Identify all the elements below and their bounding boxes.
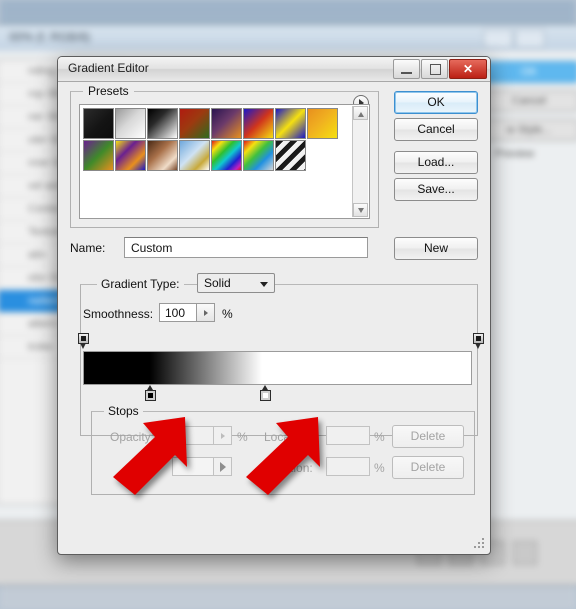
load-button[interactable]: Load... <box>394 151 478 174</box>
delete-opacity-stop-button[interactable]: Delete <box>392 425 464 448</box>
cancel-button[interactable]: Cancel <box>394 118 478 141</box>
dialog-titlebar[interactable]: Gradient Editor ✕ <box>58 57 490 82</box>
location-unit-2: % <box>374 461 385 475</box>
preset-swatch-blue-red-yellow[interactable] <box>243 108 274 139</box>
smoothness-stepper[interactable] <box>197 303 215 322</box>
name-label: Name: <box>70 241 106 255</box>
new-button[interactable]: New <box>394 237 478 260</box>
location-unit-1: % <box>374 430 385 444</box>
gradient-type-group: Gradient Type: Solid Smoothness: 100 % S… <box>78 273 484 495</box>
background-button: OK <box>479 61 576 83</box>
presets-scrollbar[interactable] <box>352 106 368 217</box>
window-controls: ✕ <box>393 59 487 79</box>
color-picker-toggle[interactable] <box>214 457 232 476</box>
arrow-pointing-to-color-stop-white <box>246 417 320 495</box>
preset-swatch-yellow-violet-orange-blue[interactable] <box>115 140 146 171</box>
preset-swatch-grid <box>83 108 351 171</box>
close-button[interactable]: ✕ <box>449 59 487 79</box>
gradient-type-label: Gradient Type: <box>97 277 184 291</box>
preset-swatch-black-dark[interactable] <box>83 108 114 139</box>
arrow-pointing-to-color-stop-black <box>113 417 187 495</box>
presets-group: Presets <box>70 84 379 228</box>
presets-label: Presets <box>83 84 134 98</box>
preset-swatch-violet-orange[interactable] <box>211 108 242 139</box>
opacity-stop-left[interactable] <box>78 333 89 349</box>
preset-swatch-violet-green-orange[interactable] <box>83 140 114 171</box>
background-maximize-icon <box>515 29 545 48</box>
preset-swatch-red-green[interactable] <box>179 108 210 139</box>
preset-swatch-black-to-white[interactable] <box>147 108 178 139</box>
preset-swatch-blue-yellow-blue[interactable] <box>275 108 306 139</box>
preset-swatch-copper[interactable] <box>147 140 178 171</box>
gradient-type-select[interactable]: Solid <box>197 273 275 293</box>
opacity-stop-right[interactable] <box>473 333 484 349</box>
background-button: Preview <box>495 148 535 160</box>
background-titlebar: 00% (f, RGB/8) <box>0 25 576 52</box>
maximize-button[interactable] <box>421 59 448 79</box>
preset-swatch-orange-yellow[interactable] <box>307 108 338 139</box>
background-minimize-icon <box>483 29 513 48</box>
preset-swatch-spectrum[interactable] <box>211 140 242 171</box>
preset-swatch-foreground-to-transparent[interactable] <box>115 108 146 139</box>
name-input[interactable]: Custom <box>124 237 368 258</box>
resize-grip[interactable] <box>474 538 486 550</box>
gradient-type-value: Solid <box>204 276 231 290</box>
gradient-preview-bar[interactable] <box>83 351 472 385</box>
color-stop-white[interactable] <box>259 385 271 401</box>
preset-swatch-transparent-rainbow[interactable] <box>243 140 274 171</box>
dialog-title: Gradient Editor <box>68 61 149 75</box>
opacity-stepper[interactable] <box>214 426 232 445</box>
background-close-icon <box>547 29 576 48</box>
preset-swatch-chrome[interactable] <box>179 140 210 171</box>
preset-swatch-transparent-stripes[interactable] <box>275 140 306 171</box>
minimize-button[interactable] <box>393 59 420 79</box>
name-row: Name: Custom New <box>70 237 478 260</box>
color-stop-black[interactable] <box>145 385 157 401</box>
presets-list[interactable] <box>79 104 370 219</box>
chevron-down-icon <box>260 282 268 287</box>
ok-button[interactable]: OK <box>394 91 478 114</box>
close-icon: ✕ <box>462 62 474 76</box>
smoothness-input[interactable]: 100 <box>159 303 197 322</box>
background-button-column: OK Cancel w Style... Preview <box>479 61 576 160</box>
smoothness-label: Smoothness: <box>83 307 154 321</box>
background-button: w Style... <box>479 119 576 141</box>
background-window-title: 00% (f, RGB/8) <box>9 30 91 44</box>
scroll-up-icon[interactable] <box>353 106 368 120</box>
save-button[interactable]: Save... <box>394 178 478 201</box>
background-button: Cancel <box>479 90 576 112</box>
delete-color-stop-button[interactable]: Delete <box>392 456 464 479</box>
smoothness-unit: % <box>222 307 233 321</box>
scroll-down-icon[interactable] <box>353 203 368 217</box>
